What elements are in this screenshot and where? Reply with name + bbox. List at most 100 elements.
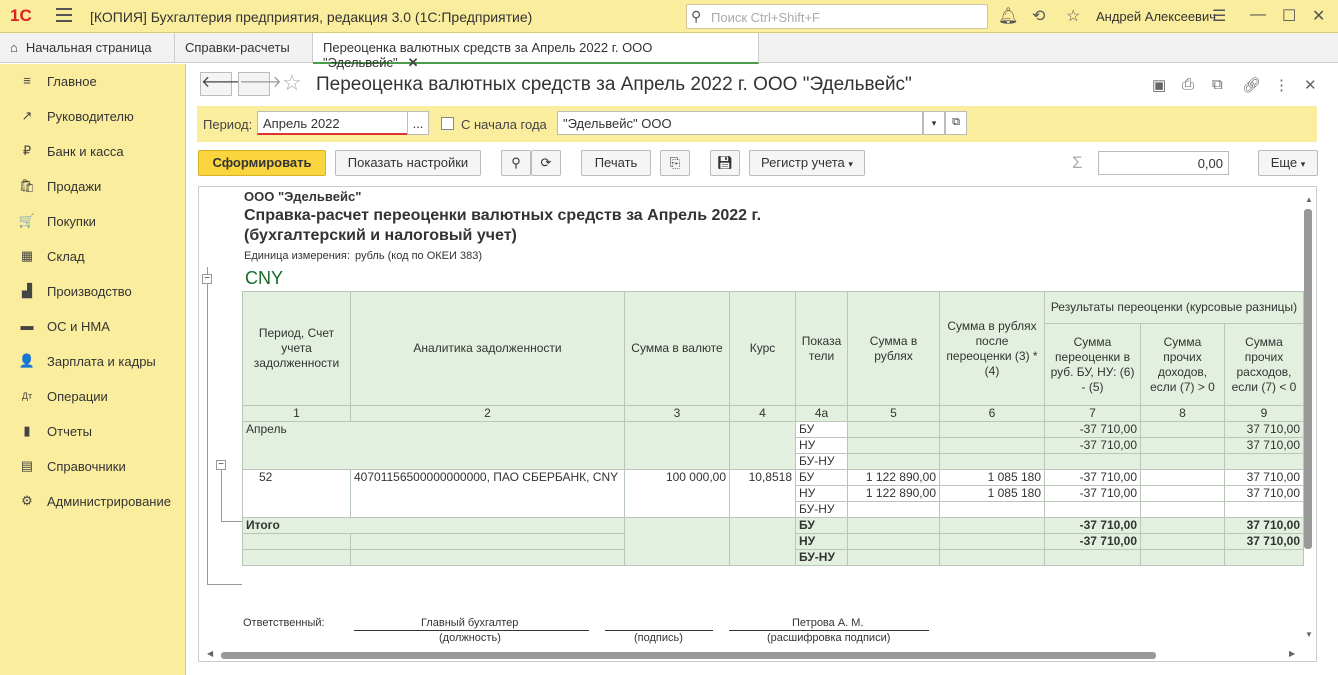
settings-menu-icon[interactable]: ☰ [1212,6,1226,26]
maximize-icon[interactable]: ☐ [1282,6,1296,26]
minimize-icon[interactable]: — [1250,6,1266,24]
tab-label: Переоценка валютных средств за Апрель 20… [323,40,653,70]
name-caption: (расшифровка подписи) [767,632,891,644]
scroll-down-icon[interactable]: ▼ [1305,630,1313,639]
organization-input[interactable]: "Эдельвейс" ООО [557,111,923,135]
sidebar-item-bank[interactable]: ₽ Банк и касса [0,138,186,168]
report-sheet[interactable]: − − ООО "Эдельвейс" Справка-расчет перео… [198,186,1317,662]
search-input[interactable]: ⚲ Поиск Ctrl+Shift+F [686,4,988,29]
sidebar-item-admin[interactable]: ⚙ Администрирование [0,488,186,518]
close-icon[interactable]: ✕ [1312,6,1325,26]
sidebar-item-label: Операции [47,389,108,404]
favorite-star-icon[interactable]: ☆ [282,70,302,96]
favorites-icon[interactable]: ☆ [1066,6,1080,26]
open-icon[interactable]: ⧉ [945,111,967,135]
group-line [207,267,208,585]
floppy-icon: 💾︎ [716,155,734,170]
tab-bar: ⌂ Начальная страница Справки-расчеты Пере… [0,33,1338,70]
sidebar: ≡ Главное ↗ Руководителю ₽ Банк и касса 🛍 Пр… [0,64,186,675]
sidebar-item-salary[interactable]: 👤 Зарплата и кадры [0,348,186,378]
from-year-checkbox[interactable] [441,117,454,130]
warehouse-icon: ▦ [20,248,34,263]
indicator-cell: БУ-НУ [795,501,848,518]
reval-cell: -37 710,00 [1044,533,1141,550]
tab-close-icon[interactable]: ✕ [408,55,419,70]
reval-cell [1044,453,1141,470]
bar-chart-icon: ▮ [23,423,31,438]
sidebar-item-warehouse[interactable]: ▦ Склад [0,243,186,273]
tab-reports[interactable]: Справки-расчеты [175,33,313,63]
reval-cell: -37 710,00 [1044,485,1141,502]
history-icon[interactable]: ⟲ [1032,6,1045,26]
home-icon: ⌂ [10,40,18,55]
period-input[interactable]: Апрель 2022 [257,111,409,135]
save-icon[interactable]: ▣ [1152,76,1166,94]
back-button[interactable]: 🡐 [200,72,244,96]
sidebar-item-assets[interactable]: ▬ ОС и НМА [0,313,186,343]
report-table: Период, Счет учета задолженности Аналити… [242,291,1304,566]
forward-button[interactable]: 🡒 [238,72,282,96]
header-indicators: Показа тели [795,291,848,406]
report-org: ООО "Эдельвейс" [244,189,362,204]
unit-label: Единица измерения: [244,250,350,262]
reval-cell: -37 710,00 [1044,517,1141,534]
scroll-right-icon[interactable]: ▶ [1289,649,1295,658]
bell-icon[interactable]: 🔔︎ [998,6,1018,26]
vertical-scrollbar[interactable] [1304,209,1312,549]
col-num: 7 [1044,405,1141,422]
tab-home[interactable]: ⌂ Начальная страница [0,33,175,63]
save-button[interactable]: 💾︎ [710,150,740,176]
signature-line [354,630,589,631]
responsible-label: Ответственный: [243,617,325,629]
sidebar-item-production[interactable]: ▟ Производство [0,278,186,308]
sidebar-item-operations[interactable]: Дт Операции [0,383,186,413]
sidebar-item-reports[interactable]: ▮ Отчеты [0,418,186,448]
find-next-button[interactable]: ⟳ [531,150,561,176]
collapse-group-icon[interactable]: − [216,460,226,470]
horizontal-scrollbar[interactable] [221,652,1156,659]
gear-icon: ⚙ [21,493,33,508]
sidebar-item-catalogs[interactable]: ▤ Справочники [0,453,186,483]
factory-icon: ▟ [22,283,32,298]
sidebar-item-label: Склад [47,249,85,264]
header-period: Период, Счет учета задолженности [242,291,351,406]
scroll-up-icon[interactable]: ▲ [1305,195,1313,204]
show-settings-button[interactable]: Показать настройки [335,150,481,176]
more-button[interactable]: Еще ▾ [1258,150,1318,176]
search-icon: ⚲ [511,155,521,170]
sidebar-item-purchases[interactable]: 🛒 Покупки [0,208,186,238]
sidebar-item-manager[interactable]: ↗ Руководителю [0,103,186,133]
more-icon[interactable]: ⋮ [1274,76,1289,94]
print-icon[interactable]: ⎙ [1182,76,1194,93]
tab-revaluation[interactable]: Переоценка валютных средств за Апрель 20… [313,33,759,70]
trend-icon: ↗ [21,108,33,123]
link-icon[interactable]: 🔗︎ [1242,76,1261,94]
sidebar-item-sales[interactable]: 🛍 Продажи [0,173,186,203]
period-select-button[interactable]: ... [407,111,429,135]
position-caption: (должность) [439,632,501,644]
generate-button[interactable]: Сформировать [198,150,326,176]
sum-field[interactable]: 0,00 [1098,151,1229,175]
sidebar-item-main[interactable]: ≡ Главное [0,68,186,98]
report-subtitle: (бухгалтерский и налоговый учет) [244,227,517,244]
preview-icon[interactable]: ⧉ [1212,76,1223,93]
tab-label: Справки-расчеты [185,40,290,55]
sidebar-item-label: Производство [47,284,132,299]
find-button[interactable]: ⚲ [501,150,531,176]
scroll-left-icon[interactable]: ◀ [207,649,213,658]
print-button[interactable]: Печать [581,150,651,176]
sidebar-item-label: Справочники [47,459,126,474]
ruble-icon: ₽ [22,143,32,158]
dropdown-icon: ▾ [848,159,853,169]
menu-icon: ≡ [23,73,31,88]
collapse-group-icon[interactable]: − [202,274,212,284]
close-form-icon[interactable]: ✕ [1304,76,1317,94]
chevron-down-icon[interactable]: ▾ [923,111,945,135]
debit-credit-icon: Дт [21,391,33,401]
preview-button[interactable]: ⎘ [660,150,690,176]
main-menu-icon[interactable] [56,8,72,22]
register-button[interactable]: Регистр учета ▾ [749,150,865,176]
sum-rub-cell [847,501,940,518]
col-num: 8 [1140,405,1225,422]
user-name[interactable]: Андрей Алексеевич [1096,9,1216,24]
